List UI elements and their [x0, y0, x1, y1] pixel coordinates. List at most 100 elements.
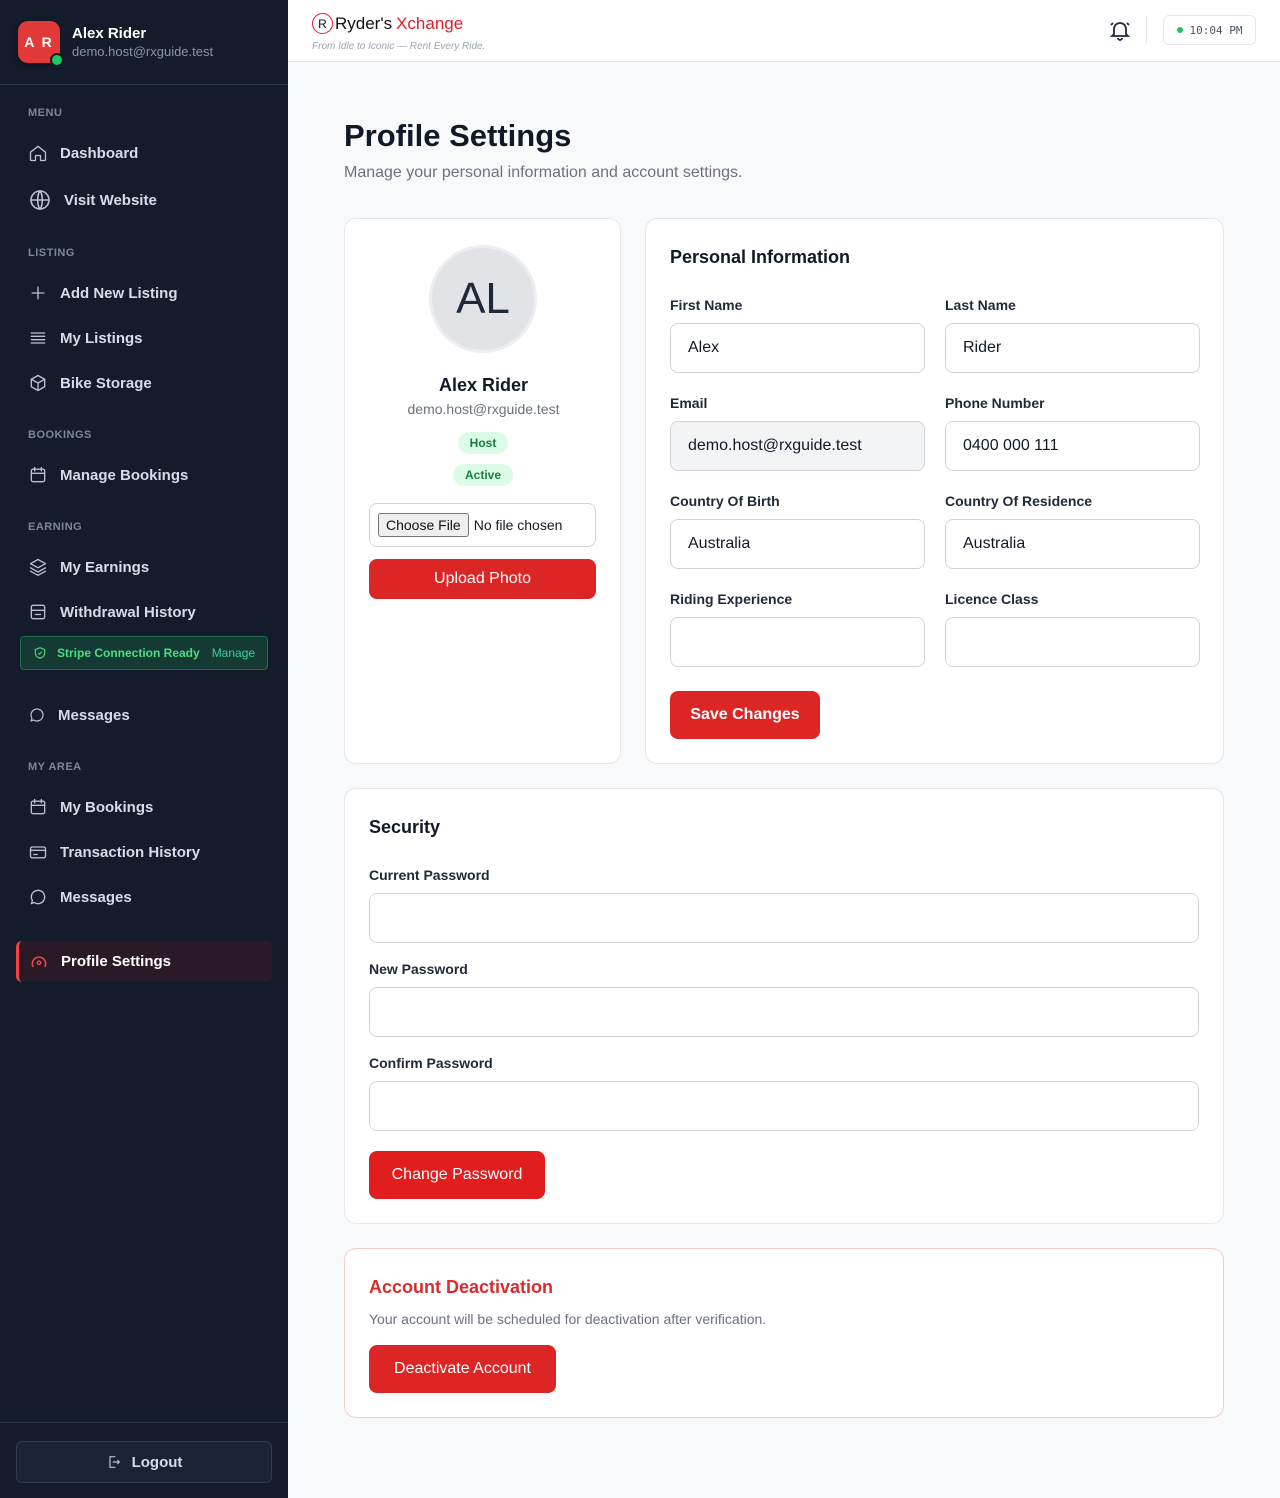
personal-info-card: Personal Information First Name Last Nam… [645, 218, 1224, 764]
phone-label: Phone Number [945, 395, 1045, 411]
security-title: Security [369, 817, 441, 837]
sidebar: A R Alex Rider demo.host@rxguide.test ME… [0, 0, 288, 1498]
last-name-label: Last Name [945, 297, 1016, 313]
sidebar-item-my-bookings[interactable]: My Bookings [28, 795, 153, 819]
country-residence-input[interactable] [945, 519, 1200, 569]
save-changes-button[interactable]: Save Changes [670, 691, 820, 739]
sidebar-item-visit-website[interactable]: Visit Website [28, 188, 157, 212]
status-badge: Active [453, 464, 513, 486]
bell-icon[interactable] [1108, 18, 1132, 42]
choose-file-button[interactable]: Choose File [378, 513, 469, 537]
deactivation-description: Your account will be scheduled for deact… [369, 1311, 767, 1327]
sidebar-item-label: Dashboard [60, 144, 139, 162]
phone-input[interactable] [945, 421, 1200, 471]
chat-icon [30, 708, 44, 722]
section-label-my-area: MY AREA [28, 761, 82, 773]
account-deactivation-card: Account Deactivation Your account will b… [344, 1248, 1224, 1418]
licence-class-input[interactable] [945, 617, 1200, 667]
confirm-password-input[interactable] [369, 1081, 1199, 1131]
country-birth-input[interactable] [670, 519, 925, 569]
sidebar-item-label: My Bookings [60, 798, 154, 816]
sidebar-item-messages-host[interactable]: Messages [28, 703, 130, 727]
riding-experience-input[interactable] [670, 617, 925, 667]
change-password-button[interactable]: Change Password [369, 1151, 545, 1199]
header-divider [1146, 16, 1147, 44]
sidebar-item-bike-storage[interactable]: Bike Storage [28, 371, 152, 395]
country-residence-label: Country Of Residence [945, 493, 1093, 509]
brand-name-part2: Xchange [396, 13, 464, 33]
sidebar-item-messages-user[interactable]: Messages [28, 885, 132, 909]
confirm-password-label: Confirm Password [369, 1055, 493, 1071]
clock-display: 10:04 PM [1163, 15, 1256, 45]
online-status-dot [50, 53, 64, 67]
deactivate-account-button[interactable]: Deactivate Account [369, 1345, 556, 1393]
box-icon [30, 374, 46, 392]
clock-time: 10:04 PM [1189, 23, 1243, 37]
calendar-icon [30, 466, 46, 483]
gauge-icon [31, 955, 47, 967]
photo-file-input[interactable]: Choose File No file chosen [369, 503, 596, 547]
sidebar-item-my-listings[interactable]: My Listings [28, 326, 143, 350]
riding-experience-label: Riding Experience [670, 591, 793, 607]
section-label-listing: LISTING [28, 247, 75, 259]
user-name: Alex Rider [72, 25, 147, 42]
stripe-connection-status[interactable]: Stripe Connection Ready Manage [20, 636, 268, 670]
email-field[interactable] [670, 421, 925, 471]
home-icon [29, 145, 47, 162]
section-label-bookings: BOOKINGS [28, 429, 92, 441]
deactivation-title: Account Deactivation [369, 1277, 554, 1297]
avatar-card: AL Alex Rider demo.host@rxguide.test Hos… [344, 218, 621, 764]
email-label: Email [670, 395, 708, 411]
brand-name-part1: Ryder's [335, 13, 393, 33]
plus-icon [31, 286, 45, 300]
layers-icon [29, 558, 47, 576]
sidebar-item-label: Withdrawal History [60, 603, 196, 621]
profile-email: demo.host@rxguide.test [407, 401, 560, 417]
section-label-menu: MENU [28, 107, 63, 119]
logout-icon [108, 1456, 120, 1468]
page-subtitle: Manage your personal information and acc… [344, 164, 743, 181]
sidebar-item-profile-settings[interactable]: Profile Settings [16, 941, 272, 982]
clock-status-dot [1176, 27, 1183, 33]
upload-photo-button[interactable]: Upload Photo [369, 559, 596, 599]
avatar: A R [18, 21, 64, 67]
brand-logo[interactable]: R Ryder's Xchange [312, 13, 463, 34]
sidebar-footer: Logout [0, 1422, 288, 1498]
sidebar-item-label: Visit Website [64, 191, 157, 209]
logout-button[interactable]: Logout [16, 1441, 272, 1483]
new-password-input[interactable] [369, 987, 1199, 1037]
sidebar-item-label: Transaction History [60, 843, 201, 861]
globe-icon [30, 190, 50, 210]
sidebar-item-dashboard[interactable]: Dashboard [28, 141, 138, 165]
current-password-input[interactable] [369, 893, 1199, 943]
logout-label: Logout [131, 1453, 183, 1471]
first-name-input[interactable] [670, 323, 925, 373]
file-status-text: No file chosen [473, 517, 563, 533]
stripe-manage-link[interactable]: Manage [212, 646, 255, 660]
sidebar-item-transaction-history[interactable]: Transaction History [28, 840, 200, 864]
avatar-initials: A R [24, 34, 54, 50]
first-name-label: First Name [670, 297, 743, 313]
security-card: Security Current Password New Password C… [344, 788, 1224, 1224]
user-email: demo.host@rxguide.test [72, 44, 214, 59]
sidebar-item-label: Manage Bookings [60, 466, 189, 484]
sidebar-item-withdrawal-history[interactable]: Withdrawal History [28, 600, 196, 624]
brand-tagline: From Idle to Iconic — Rent Every Ride. [312, 41, 486, 52]
calendar-icon [30, 798, 46, 815]
profile-avatar: AL [429, 245, 537, 353]
last-name-input[interactable] [945, 323, 1200, 373]
profile-name: Alex Rider [438, 375, 529, 395]
role-badge: Host [458, 432, 508, 454]
sidebar-profile[interactable]: A R Alex Rider demo.host@rxguide.test [0, 0, 288, 85]
sidebar-item-label: My Listings [60, 329, 143, 347]
sidebar-item-my-earnings[interactable]: My Earnings [28, 555, 149, 579]
page-title: Profile Settings [344, 118, 572, 153]
current-password-label: Current Password [369, 867, 490, 883]
sidebar-item-manage-bookings[interactable]: Manage Bookings [28, 463, 188, 487]
personal-info-title: Personal Information [670, 247, 851, 267]
sidebar-item-add-listing[interactable]: Add New Listing [28, 281, 178, 305]
top-header: R Ryder's Xchange From Idle to Iconic — … [288, 0, 1280, 62]
licence-class-label: Licence Class [945, 591, 1039, 607]
sidebar-item-label: My Earnings [60, 558, 150, 576]
sidebar-item-label: Messages [58, 706, 130, 724]
